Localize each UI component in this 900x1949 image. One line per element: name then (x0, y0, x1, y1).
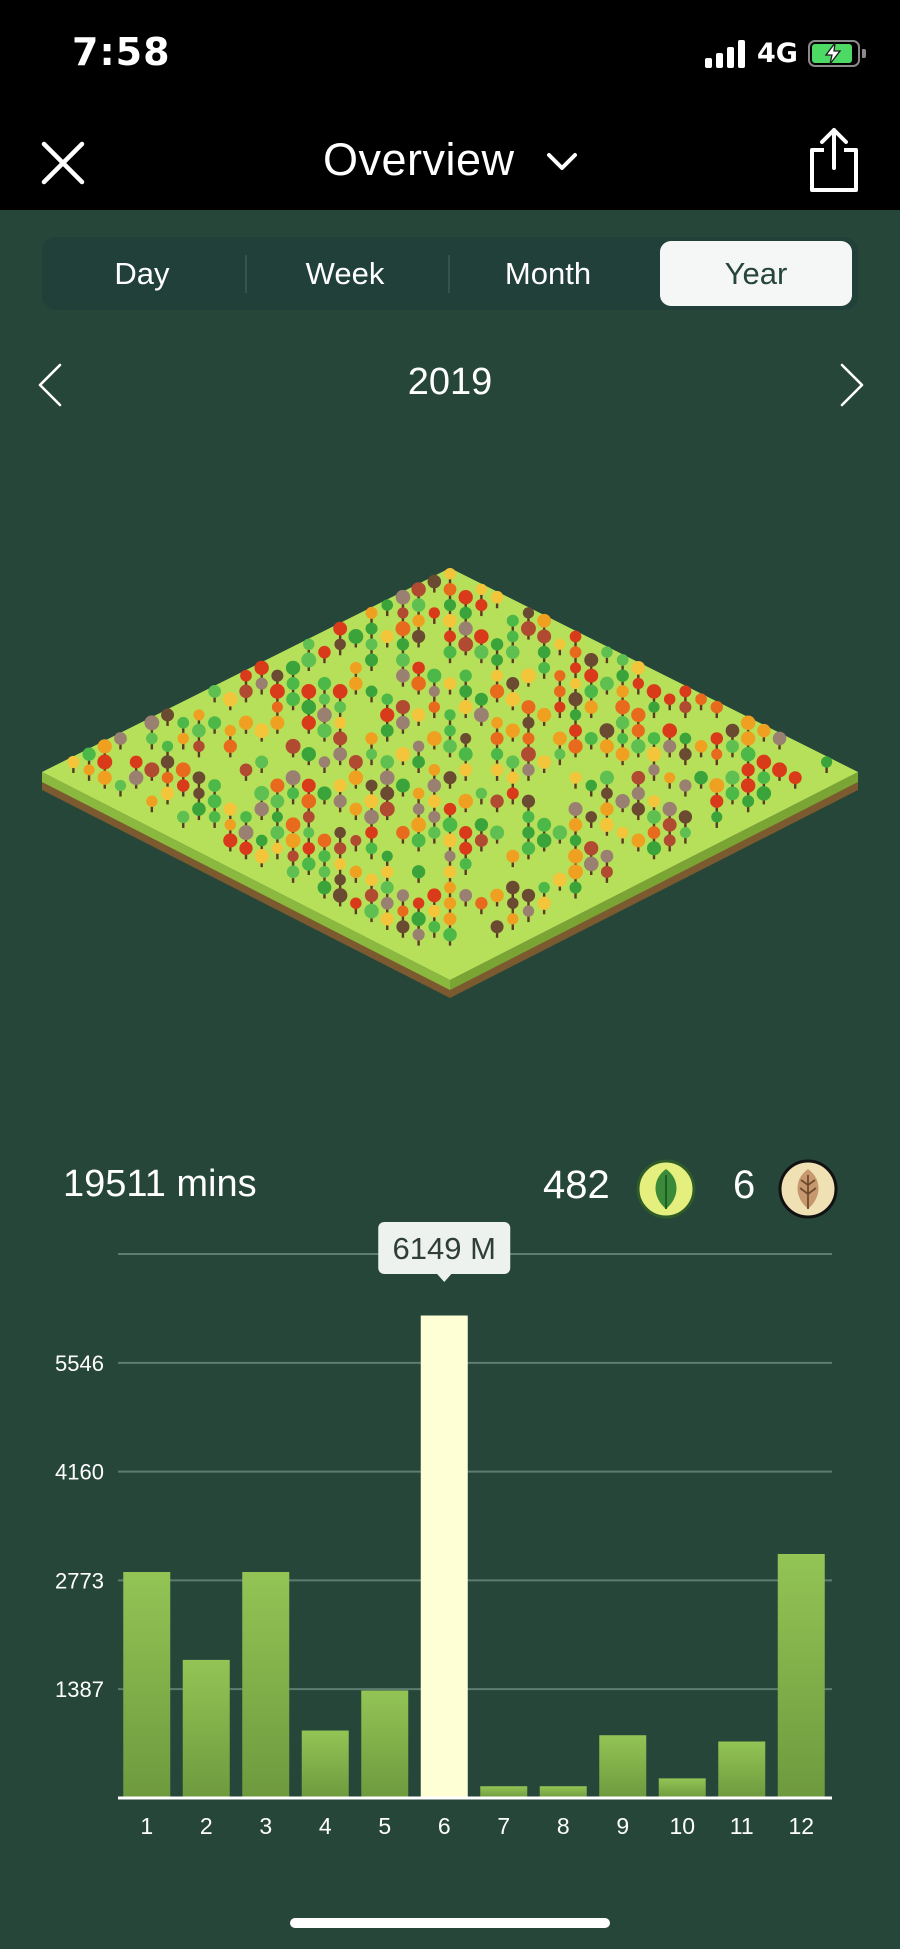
tab-year[interactable]: Year (660, 241, 852, 306)
status-time: 7:58 (72, 30, 171, 74)
healthy-tree-count: 482 (543, 1163, 610, 1207)
bar-chart-canvas: 13872773416055461 2 3 4 5 66149 M7 8 9 10 11 12 (55, 1222, 832, 1839)
bar-tooltip: 6149 M (378, 1222, 511, 1282)
home-indicator (290, 1918, 610, 1928)
segment-divider (245, 255, 247, 293)
bar-month-11[interactable] (718, 1741, 766, 1798)
x-tick-label: 5 (378, 1813, 391, 1839)
withered-leaf-icon (778, 1159, 838, 1219)
chevron-right-icon[interactable] (836, 361, 868, 409)
charging-bolt-icon (824, 42, 842, 65)
x-tick-label: 2 (200, 1813, 213, 1839)
bar-month-2[interactable] (182, 1659, 230, 1798)
bar-month-4[interactable] (301, 1730, 349, 1798)
period-label: 2019 (407, 361, 493, 403)
total-focus-time: 19511 mins (63, 1163, 257, 1205)
share-icon[interactable] (806, 126, 862, 194)
status-bar: 7:58 4G (0, 0, 900, 110)
network-label: 4G (757, 38, 798, 69)
x-tick-label: 12 (788, 1813, 814, 1839)
bar-month-9[interactable] (599, 1735, 647, 1798)
bar-month-12[interactable] (777, 1553, 825, 1798)
period-segmented-control: Day Week Month Year (42, 237, 858, 310)
bar-month-6[interactable] (420, 1315, 468, 1798)
x-tick-label: 4 (319, 1813, 332, 1839)
y-tick-label: 1387 (55, 1677, 104, 1702)
forest-illustration (40, 560, 860, 1000)
x-tick-label: 11 (730, 1813, 754, 1839)
battery-icon (808, 40, 866, 67)
bar-month-10[interactable] (658, 1778, 706, 1798)
y-tick-label: 2773 (55, 1568, 104, 1593)
tab-week[interactable]: Week (249, 241, 441, 306)
leaf-icon (636, 1159, 696, 1219)
x-tick-label: 9 (616, 1813, 629, 1839)
period-navigator: 2019 (0, 355, 900, 415)
tab-day[interactable]: Day (46, 241, 238, 306)
x-tick-label: 7 (497, 1813, 510, 1839)
page-title[interactable]: Overview (323, 134, 515, 186)
bar-month-7[interactable] (480, 1786, 528, 1798)
tab-month[interactable]: Month (452, 241, 644, 306)
y-tick-label: 4160 (55, 1460, 104, 1485)
x-tick-label: 10 (669, 1813, 695, 1839)
monthly-bar-chart: 1387 2773 4160 5546 1 2 3 4 5 6 6149 M 7 8 9 10 11 12 (0, 1220, 900, 1840)
bar-month-3[interactable] (242, 1572, 290, 1798)
nav-bar: Overview (0, 110, 900, 210)
x-tick-label: 3 (259, 1813, 272, 1839)
close-icon[interactable] (40, 140, 86, 186)
x-tick-label: 1 (140, 1813, 153, 1839)
tooltip-value: 6149 M (393, 1231, 496, 1266)
stats-summary: 19511 mins 482 6 (0, 1155, 900, 1225)
segment-divider (448, 255, 450, 293)
bar-month-5[interactable] (361, 1690, 409, 1798)
bar-month-8[interactable] (539, 1786, 587, 1798)
chevron-down-icon[interactable] (546, 150, 578, 174)
isometric-forest-grid (42, 567, 858, 998)
y-tick-label: 5546 (55, 1351, 104, 1376)
signal-strength-icon (705, 40, 747, 68)
dead-tree-count: 6 (733, 1163, 756, 1207)
bar-month-1[interactable] (123, 1572, 171, 1798)
x-tick-label: 6 (438, 1813, 451, 1839)
x-tick-label: 8 (557, 1813, 570, 1839)
